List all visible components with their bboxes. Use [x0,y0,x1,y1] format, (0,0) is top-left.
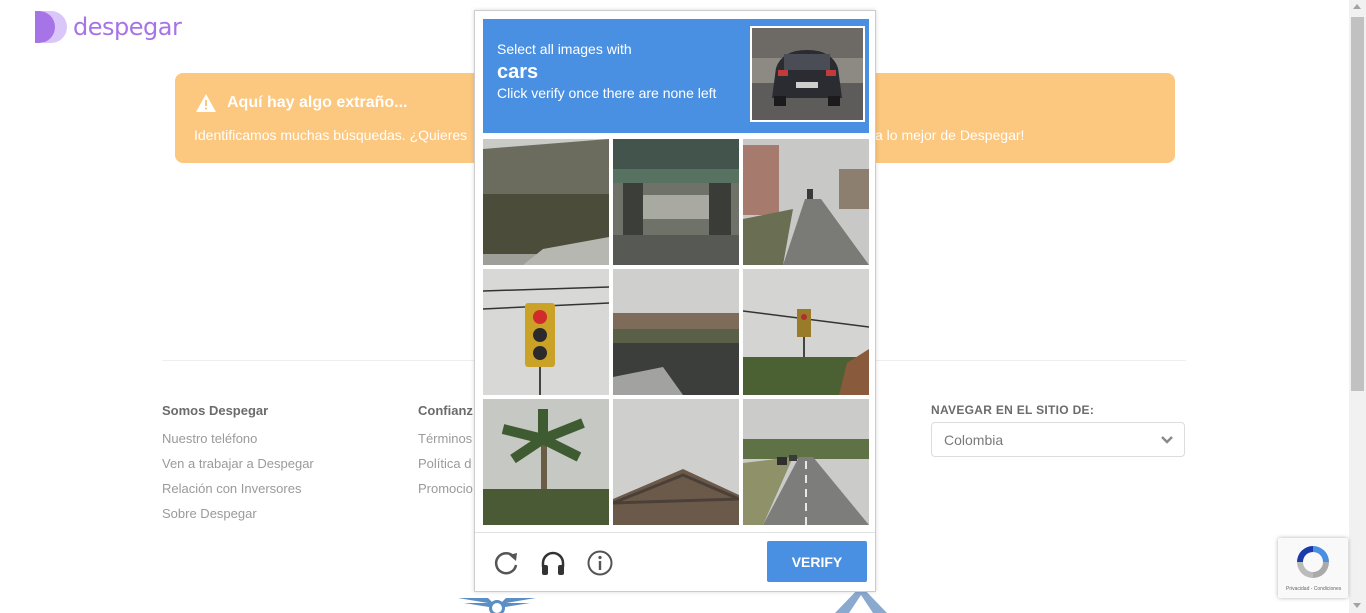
captcha-image-grid [483,139,869,525]
alert-message-start: Identificamos muchas búsquedas. ¿Quieres [194,127,468,143]
footer-link-promociones[interactable]: Promocio [418,476,473,501]
despegar-logo[interactable]: despegar [35,11,182,43]
alert-title-text: Aquí hay algo extraño... [227,94,408,111]
footer-heading: Confianz [418,403,473,418]
captcha-instruction-line: Select all images with [497,41,632,57]
footer-link-trabajar[interactable]: Ven a trabajar a Despegar [162,451,314,476]
captcha-sample-image [750,26,865,122]
captcha-tile-7[interactable] [483,399,609,525]
recaptcha-badge[interactable]: Privacidad - Condiciones [1278,538,1348,598]
footer-link-telefono[interactable]: Nuestro teléfono [162,426,314,451]
navigate-site-label: NAVEGAR EN EL SITIO DE: [931,403,1095,417]
footer-link-sobre[interactable]: Sobre Despegar [162,501,314,526]
reload-icon[interactable] [492,549,520,577]
image-captcha-dialog: Select all images with cars Click verify… [474,10,876,592]
logo-mark-icon [35,11,67,43]
recaptcha-privacy-text[interactable]: Privacidad - Condiciones [1286,586,1341,592]
verify-button[interactable]: VERIFY [767,541,867,582]
scrollbar-thumb[interactable] [1351,17,1364,391]
footer-column-somos-despegar: Somos Despegar Nuestro teléfono Ven a tr… [162,403,314,526]
captcha-tile-6[interactable] [743,269,869,395]
captcha-tile-1[interactable] [483,139,609,265]
footer-heading: Somos Despegar [162,403,269,418]
captcha-tile-3[interactable] [743,139,869,265]
captcha-tile-2[interactable] [613,139,739,265]
scroll-down-arrow-icon[interactable] [1353,603,1361,608]
captcha-target-word: cars [497,61,539,83]
iata-logo-icon [458,598,536,613]
alert-message-end: a lo mejor de Despegar! [875,127,1025,143]
captcha-tile-4[interactable] [483,269,609,395]
captcha-tile-8[interactable] [613,399,739,525]
footer-link-politica[interactable]: Política d [418,451,473,476]
captcha-instruction-hint: Click verify once there are none left [497,85,717,101]
captcha-tile-5[interactable] [613,269,739,395]
footer-column-confianza: Confianz Términos Política d Promocio [418,403,473,501]
warning-icon [196,94,216,112]
country-select[interactable]: Colombia [931,422,1185,457]
recaptcha-logo-icon [1297,546,1329,578]
info-icon[interactable] [586,549,614,577]
country-select-value: Colombia [944,432,1004,448]
captcha-tile-9[interactable] [743,399,869,525]
captcha-footer-divider [475,532,875,533]
scroll-up-arrow-icon[interactable] [1353,4,1361,9]
footer-link-terminos[interactable]: Términos [418,426,473,451]
captcha-instructions: Select all images with cars Click verify… [483,19,869,133]
footer-link-inversores[interactable]: Relación con Inversores [162,476,314,501]
headphones-icon[interactable] [539,549,567,577]
chevron-down-icon [1161,436,1173,444]
logo-text: despegar [73,13,182,41]
alert-title: Aquí hay algo extraño... [195,93,407,113]
